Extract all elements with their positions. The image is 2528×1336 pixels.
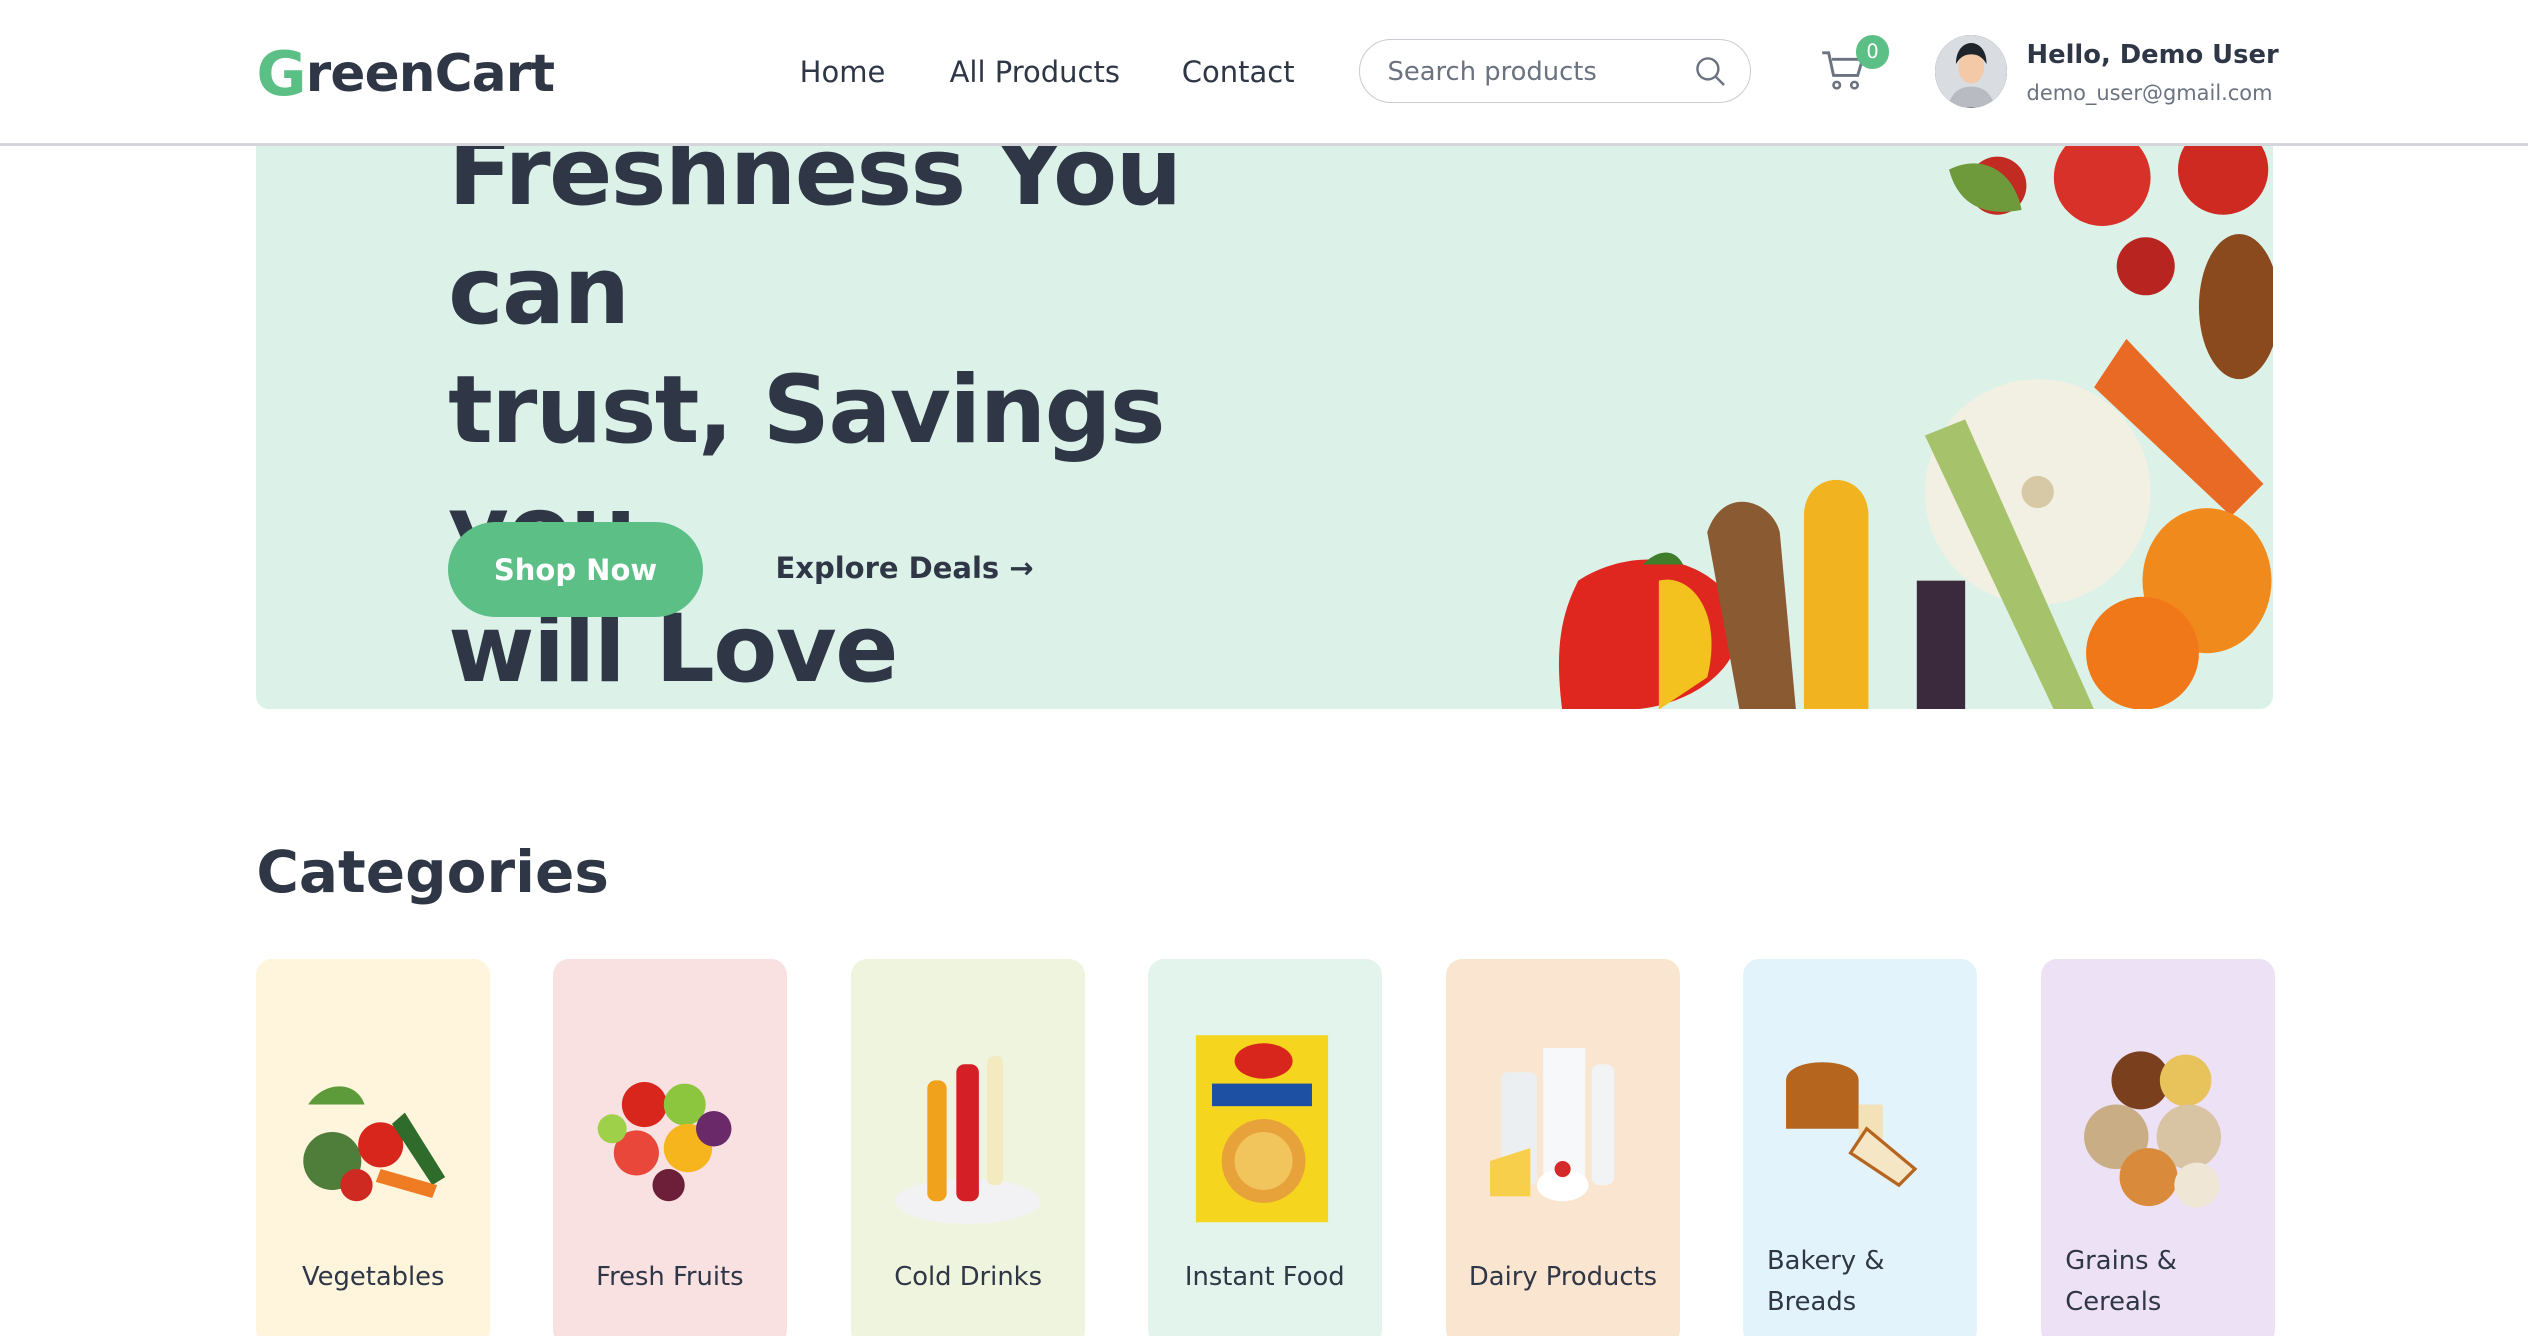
category-label: Dairy Products <box>1468 1262 1658 1293</box>
arrow-right-icon: → <box>1009 551 1034 586</box>
instant-noodles-image <box>1196 1035 1329 1223</box>
search-box <box>1359 38 1751 104</box>
category-label: Grains & Cereals <box>2065 1246 2177 1317</box>
hero-headline: Freshness You can trust, Savings you wil… <box>448 113 1351 709</box>
vegetables-hero-image <box>1559 124 2274 710</box>
grains-image <box>2084 1051 2222 1208</box>
greencart-logo[interactable]: GreenCart <box>256 38 555 110</box>
explore-deals-label: Explore Deals <box>775 551 1000 586</box>
search-input[interactable] <box>1384 55 1681 90</box>
vegetables-image <box>303 1086 445 1202</box>
category-card-dairy-products[interactable]: Dairy Products <box>1446 959 1680 1336</box>
category-card-vegetables[interactable]: Vegetables <box>256 959 491 1336</box>
category-label: Fresh Fruits <box>596 1262 744 1293</box>
category-card-fresh-fruits[interactable]: Fresh Fruits <box>552 959 787 1336</box>
user-greeting: Hello, Demo User <box>2026 40 2279 71</box>
user-email: demo_user@gmail.com <box>2026 80 2273 105</box>
category-label: Bakery & Breads <box>1766 1246 1885 1317</box>
top-navbar: GreenCart Home All Products Contact 0 He… <box>0 0 2528 147</box>
headline-line: Freshness You can <box>448 117 1182 347</box>
hero-banner: Freshness You can trust, Savings you wil… <box>256 96 2274 710</box>
bread-image <box>1786 1062 1918 1188</box>
category-card-cold-drinks[interactable]: Cold Drinks <box>851 959 1085 1336</box>
cart-count-badge: 0 <box>1855 35 1890 70</box>
logo-text: reenCart <box>305 44 555 105</box>
category-label: Cold Drinks <box>894 1262 1043 1293</box>
search-icon[interactable] <box>1695 56 1727 88</box>
logo-letter: G <box>256 38 306 110</box>
category-label: Vegetables <box>301 1262 445 1293</box>
user-avatar[interactable] <box>1934 35 2008 108</box>
cold-drinks-image <box>894 1055 1040 1224</box>
category-card-instant-food[interactable]: Instant Food <box>1147 959 1382 1336</box>
nav-contact[interactable]: Contact <box>1182 55 1295 89</box>
category-card-grains-cereals[interactable]: Grains & Cereals <box>2041 959 2275 1336</box>
nav-home[interactable]: Home <box>800 55 886 89</box>
dairy-image <box>1489 1047 1614 1202</box>
shop-now-button[interactable]: Shop Now <box>448 522 703 618</box>
explore-deals-link[interactable]: Explore Deals → <box>775 551 1033 585</box>
fruits-image <box>598 1081 732 1202</box>
nav-all-products[interactable]: All Products <box>950 55 1120 89</box>
categories-heading: Categories <box>256 838 609 907</box>
category-label: Instant Food <box>1184 1262 1345 1293</box>
category-card-bakery-breads[interactable]: Bakery & Breads <box>1742 959 1977 1336</box>
